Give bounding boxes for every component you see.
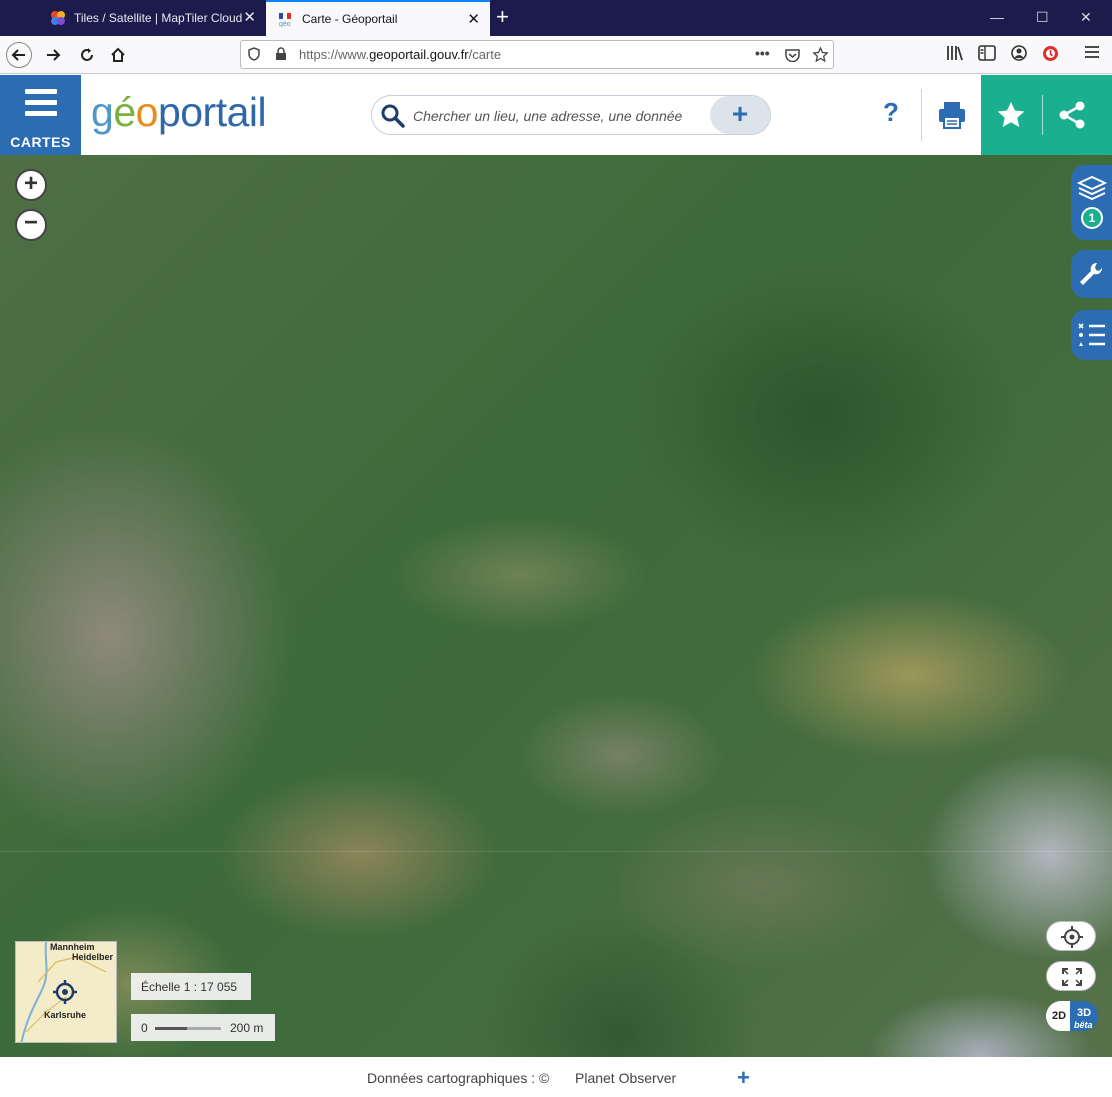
browser-tab-bar: Tiles / Satellite | MapTiler Cloud ✕ géo…	[0, 0, 1112, 36]
minimap-city-label: Karlsruhe	[44, 1010, 87, 1020]
crosshair-icon	[1061, 926, 1083, 948]
favorite-star-icon[interactable]	[995, 99, 1027, 131]
extension-icon[interactable]	[1042, 45, 1059, 62]
home-icon	[111, 47, 125, 62]
scale-bar: 0 200 m	[131, 1014, 275, 1041]
geoportail-icon: géo	[279, 13, 291, 27]
arrow-left-icon	[11, 49, 25, 61]
close-tab-icon[interactable]: ✕	[467, 12, 480, 28]
tab-geoportail[interactable]: géo Carte - Géoportail ✕	[266, 0, 490, 36]
geoportail-logo[interactable]: géoportail	[91, 87, 267, 137]
pocket-icon[interactable]	[785, 48, 800, 62]
advanced-search-button[interactable]: +	[710, 96, 770, 134]
legend-tab[interactable]	[1071, 310, 1112, 360]
tools-tab[interactable]	[1071, 250, 1112, 298]
zoom-in-button[interactable]: +	[15, 169, 47, 201]
tab-title: Tiles / Satellite | MapTiler Cloud	[74, 11, 243, 25]
help-button[interactable]: ?	[875, 97, 907, 133]
geoportail-header: CARTES géoportail Chercher un lieu, une …	[0, 75, 1112, 155]
forward-button[interactable]	[40, 42, 66, 68]
search-box: Chercher un lieu, une adresse, une donné…	[371, 95, 771, 135]
layers-tab[interactable]: 1	[1071, 165, 1112, 240]
overview-minimap[interactable]: Mannheim Heidelber Karlsruhe	[15, 941, 117, 1043]
minimize-button[interactable]: —	[990, 9, 1004, 25]
scale-distance: 200 m	[230, 1021, 264, 1035]
back-button[interactable]	[6, 42, 32, 68]
scale-label: Échelle 1 : 17 055	[131, 973, 251, 1000]
location-target-icon	[53, 980, 77, 1004]
view-mode-toggle[interactable]: 2D 3D bêta	[1046, 1001, 1098, 1031]
attribution-label: Données cartographiques : ©	[367, 1070, 550, 1086]
url-text: https://www.geoportail.gouv.fr/carte	[299, 47, 501, 62]
library-icon[interactable]	[946, 45, 964, 61]
search-icon[interactable]	[380, 103, 406, 129]
attribution-bar: Données cartographiques : © Planet Obser…	[0, 1057, 1112, 1097]
hamburger-icon	[25, 89, 57, 122]
shield-icon	[248, 47, 260, 61]
mode-2d-button[interactable]: 2D	[1046, 1001, 1072, 1031]
reload-button[interactable]	[74, 42, 100, 68]
legend-list-icon	[1078, 323, 1105, 346]
tab-title: Carte - Géoportail	[302, 12, 398, 26]
logo-part: é	[113, 89, 136, 135]
url-host: geoportail.gouv.fr	[369, 47, 469, 62]
lock-icon	[276, 47, 286, 60]
tile-seam	[0, 851, 1112, 852]
logo-part: g	[91, 89, 114, 135]
print-icon[interactable]	[934, 97, 970, 133]
url-path: /carte	[468, 47, 502, 62]
url-bar[interactable]: https://www.geoportail.gouv.fr/carte •••	[240, 40, 834, 69]
close-tab-icon[interactable]: ✕	[243, 10, 256, 26]
cartes-menu-button[interactable]: CARTES	[0, 75, 81, 155]
layers-icon	[1077, 175, 1107, 201]
header-divider	[1042, 95, 1043, 135]
browser-nav-bar: https://www.geoportail.gouv.fr/carte •••	[0, 36, 1112, 74]
search-input[interactable]: Chercher un lieu, une adresse, une donné…	[413, 108, 682, 124]
hamburger-menu-icon[interactable]	[1084, 45, 1100, 59]
minimap-city-label: Heidelber	[72, 952, 114, 962]
reload-icon	[81, 48, 93, 61]
minimap-city-label: Mannheim	[50, 942, 95, 952]
fullscreen-button[interactable]	[1046, 961, 1096, 991]
bookmark-star-icon[interactable]	[813, 47, 828, 62]
maptiler-icon	[51, 11, 65, 25]
svg-text:géo: géo	[279, 21, 291, 27]
attribution-expand-button[interactable]: +	[737, 1065, 750, 1091]
share-icon[interactable]	[1056, 99, 1088, 131]
header-divider	[921, 89, 922, 141]
arrow-right-icon	[47, 49, 61, 61]
close-window-button[interactable]: ✕	[1080, 9, 1092, 26]
layers-count-badge: 1	[1081, 207, 1103, 229]
geolocate-button[interactable]	[1046, 921, 1096, 951]
logo-part: portail	[157, 89, 267, 135]
tab-maptiler[interactable]: Tiles / Satellite | MapTiler Cloud ✕	[38, 0, 266, 36]
account-icon[interactable]	[1011, 45, 1027, 61]
sidebar-icon[interactable]	[978, 45, 996, 61]
scale-line	[187, 1027, 221, 1030]
home-button[interactable]	[105, 42, 131, 68]
attribution-provider[interactable]: Planet Observer	[575, 1070, 676, 1086]
fullscreen-icon	[1062, 968, 1082, 986]
zoom-out-button[interactable]: −	[15, 209, 47, 241]
wrench-icon	[1080, 262, 1103, 285]
satellite-map[interactable]: + − 1 Mannheim Heidelber Karlsruhe Échel…	[0, 155, 1112, 1057]
cartes-label: CARTES	[10, 134, 71, 150]
logo-part: o	[135, 89, 159, 135]
new-tab-button[interactable]: +	[496, 6, 509, 28]
url-scheme: https://www.	[299, 47, 370, 62]
scale-zero: 0	[141, 1021, 148, 1035]
page-actions-icon[interactable]: •••	[755, 45, 770, 61]
maximize-button[interactable]: ☐	[1036, 9, 1049, 26]
beta-badge: bêta	[1074, 1020, 1093, 1030]
